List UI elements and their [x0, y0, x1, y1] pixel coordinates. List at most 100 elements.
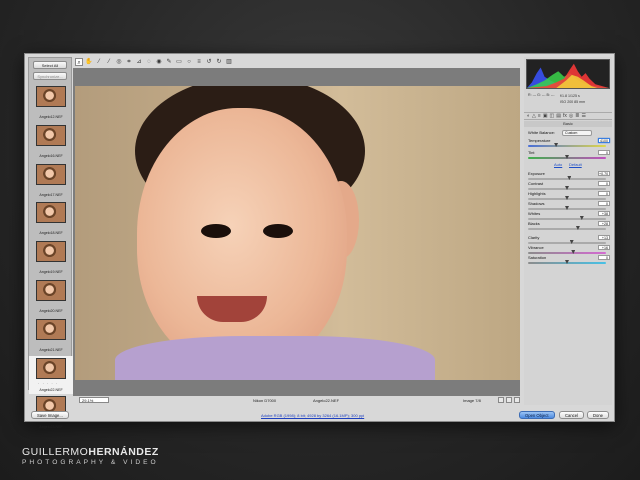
panel-tabs: ◐ △ ≡ ▣ ◫ ▤ fx ◎ ≣ ☰ — [524, 112, 612, 120]
spot-removal-tool-icon[interactable]: ◌ — [145, 58, 153, 66]
tint-slider-thumb[interactable] — [565, 155, 569, 159]
shadows-field[interactable]: 0 — [598, 201, 610, 206]
whites-field[interactable]: +38 — [598, 211, 610, 216]
synchronize-button[interactable]: Synchronize... — [33, 72, 67, 80]
panel-tab-icon[interactable]: ◐ — [527, 113, 530, 119]
shadows-slider-thumb[interactable] — [565, 206, 569, 210]
white-balance-tool-icon[interactable]: ⁄ — [95, 58, 103, 66]
filmstrip-thumbnail[interactable]: Angelo12.NEF — [29, 84, 73, 123]
contrast-slider[interactable] — [528, 186, 606, 190]
crop-tool-icon[interactable]: ⌗ — [125, 58, 133, 66]
panel-tab-icon[interactable]: ▤ — [556, 113, 561, 119]
save-image-button[interactable]: Save Image... — [31, 411, 69, 419]
exposure-label: Exposure — [528, 171, 545, 176]
highlights-field[interactable]: 0 — [598, 191, 610, 196]
watermark-name-light: GUILLERMO — [22, 446, 89, 458]
filmstrip-thumbnail[interactable]: Angelo20.NEF — [29, 278, 73, 317]
blacks-slider-thumb[interactable] — [575, 226, 580, 230]
saturation-field[interactable]: 0 — [598, 255, 610, 260]
panel-tab-icon[interactable]: ▣ — [543, 113, 548, 119]
clarity-slider[interactable] — [528, 240, 606, 244]
straighten-tool-icon[interactable]: ⊿ — [135, 58, 143, 66]
exposure-field[interactable]: +0.70 — [598, 171, 610, 176]
exposure-slider-thumb[interactable] — [567, 176, 572, 180]
filmstrip-thumbnail[interactable]: Angelo21.NEF — [29, 317, 73, 356]
targeted-adjustment-tool-icon[interactable]: ◎ — [115, 58, 123, 66]
workflow-options-link[interactable]: Adobe RGB (1998); 8 bit; 4928 by 3264 (1… — [261, 413, 364, 418]
color-sampler-tool-icon[interactable]: ⁄ — [105, 58, 113, 66]
auto-link[interactable]: Auto — [554, 162, 562, 168]
rotate-right-icon[interactable]: ↻ — [215, 58, 223, 66]
vibrance-slider-thumb[interactable] — [571, 250, 576, 254]
exposure-slider[interactable] — [528, 176, 606, 180]
clarity-field[interactable]: +13 — [598, 235, 610, 240]
whites-slider[interactable] — [528, 216, 606, 220]
panel-tab-icon[interactable]: △ — [532, 113, 536, 119]
preferences-icon[interactable]: ≡ — [195, 58, 203, 66]
vibrance-slider[interactable] — [528, 250, 606, 254]
highlights-slider-thumb[interactable] — [565, 196, 569, 200]
view-swap-button[interactable] — [506, 397, 512, 403]
filmstrip-thumbnail[interactable]: Angelo18.NEF — [29, 200, 73, 239]
saturation-slider-thumb[interactable] — [565, 260, 569, 264]
cancel-button[interactable]: Cancel — [559, 411, 585, 419]
filmstrip-thumbnail[interactable]: Angelo16.NEF — [29, 123, 73, 162]
temperature-slider-thumb[interactable] — [554, 143, 559, 147]
radial-filter-icon[interactable]: ○ — [185, 58, 193, 66]
tint-label: Tint — [528, 150, 535, 155]
tint-field[interactable]: 0 — [598, 150, 610, 155]
photo-eye-left — [201, 224, 231, 238]
select-all-button[interactable]: Select All — [33, 61, 67, 69]
thumbnail-image — [36, 357, 66, 379]
before-after-button[interactable] — [498, 397, 504, 403]
tint-slider[interactable] — [528, 155, 606, 159]
white-balance-select[interactable]: Custom — [562, 130, 592, 136]
image-counter: Image 7/8 — [463, 398, 481, 403]
zoom-tool-icon[interactable]: ⌕ — [75, 58, 83, 66]
highlights-slider[interactable] — [528, 196, 606, 200]
whites-slider-thumb[interactable] — [579, 216, 584, 220]
graduated-filter-icon[interactable]: ▭ — [175, 58, 183, 66]
view-settings-button[interactable] — [514, 397, 520, 403]
temperature-row: Temperature 4100 — [528, 138, 610, 144]
panel-tab-icon[interactable]: ≡ — [538, 113, 541, 119]
exif-aperture-shutter: f/1.8 1/125 s — [560, 94, 580, 98]
contrast-field[interactable]: 0 — [598, 181, 610, 186]
rating-stars[interactable]: · · · · · — [38, 381, 58, 386]
exif-iso-focal: ISO 200 85 mm — [560, 100, 586, 104]
temperature-slider[interactable] — [528, 143, 606, 147]
zoom-level-field[interactable]: 29.1% — [79, 397, 109, 403]
filmstrip: Select All Synchronize... Angelo12.NEF An… — [28, 57, 73, 429]
thumbnail-image — [36, 318, 66, 340]
blacks-field[interactable]: +28 — [598, 221, 610, 226]
panel-tab-icon[interactable]: ◎ — [569, 113, 573, 119]
thumbnail-caption: Angelo20.NEF — [39, 308, 63, 313]
default-link[interactable]: Default — [569, 162, 582, 168]
panel-tab-icon[interactable]: fx — [563, 113, 567, 119]
image-preview[interactable] — [73, 68, 520, 396]
filmstrip-thumbnail[interactable]: · · · · · Angelo22.NEF — [29, 355, 73, 395]
thumbnail-image — [36, 241, 66, 263]
clarity-slider-thumb[interactable] — [569, 240, 574, 244]
filmstrip-thumbnail[interactable]: Angelo17.NEF — [29, 162, 73, 201]
contrast-slider-thumb[interactable] — [565, 186, 569, 190]
thumbnail-list: Angelo12.NEF Angelo16.NEF Angelo17.NEF Ange… — [29, 84, 73, 433]
trash-icon[interactable]: ▥ — [225, 58, 233, 66]
done-button[interactable]: Done — [587, 411, 610, 419]
red-eye-tool-icon[interactable]: ◉ — [155, 58, 163, 66]
panel-tab-icon[interactable]: ◫ — [550, 113, 555, 119]
saturation-slider[interactable] — [528, 260, 606, 264]
adjustment-brush-icon[interactable]: ✎ — [165, 58, 173, 66]
panel-tab-icon[interactable]: ≣ — [575, 113, 579, 119]
photo-face — [137, 108, 347, 370]
shadows-slider[interactable] — [528, 206, 606, 210]
blacks-slider[interactable] — [528, 226, 606, 230]
filmstrip-thumbnail[interactable]: Angelo19.NEF — [29, 239, 73, 278]
rotate-left-icon[interactable]: ↺ — [205, 58, 213, 66]
vibrance-field[interactable]: +16 — [598, 245, 610, 250]
temperature-field[interactable]: 4100 — [598, 138, 610, 143]
photo-preview[interactable] — [75, 86, 520, 380]
hand-tool-icon[interactable]: ✋ — [85, 58, 93, 66]
panel-tab-icon[interactable]: ☰ — [581, 113, 585, 119]
open-object-button[interactable]: Open Object — [519, 411, 555, 419]
